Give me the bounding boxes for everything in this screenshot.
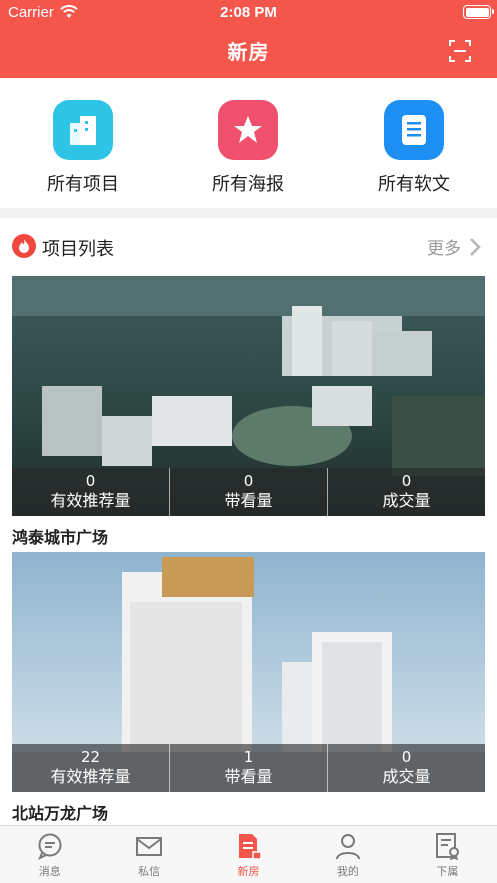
project-image: 22 有效推荐量 1 带看量 0 成交量 (12, 552, 485, 792)
building-icon (53, 100, 113, 160)
stat-recommend: 0 有效推荐量 (12, 468, 170, 516)
tab-bar: 消息 私信 新房 我的 下属 (0, 825, 497, 883)
project-stats: 22 有效推荐量 1 带看量 0 成交量 (12, 744, 485, 792)
all-articles-button[interactable]: 所有软文 (354, 100, 474, 196)
project-image: 0 有效推荐量 0 带看量 0 成交量 (12, 276, 485, 516)
tab-label: 消息 (38, 865, 61, 878)
stat-value: 22 (80, 748, 101, 766)
stat-value: 0 (85, 472, 96, 490)
stat-recommend: 22 有效推荐量 (12, 744, 170, 792)
stat-label: 有效推荐量 (50, 491, 131, 510)
stat-label: 带看量 (224, 767, 273, 786)
project-list-section: 项目列表 更多 0 有效推荐量 0 带看量 0 成交量 鸿泰城市广场 22 有效… (0, 218, 497, 828)
stat-visits: 1 带看量 (170, 744, 328, 792)
page-title: 新房 (227, 40, 270, 64)
project-name: 北站万龙广场 (12, 804, 109, 823)
project-name: 鸿泰城市广场 (12, 528, 109, 547)
stat-label: 成交量 (382, 491, 431, 510)
star-icon (218, 100, 278, 160)
chevron-right-icon (470, 237, 481, 256)
mail-icon (136, 837, 163, 856)
quick-actions: 所有项目 所有海报 所有软文 (0, 78, 497, 208)
tab-private-messages[interactable]: 私信 (99, 826, 198, 883)
all-projects-label: 所有项目 (47, 174, 119, 195)
tab-new-house[interactable]: 新房 (199, 826, 298, 883)
tab-subordinates[interactable]: 下属 (398, 826, 497, 883)
tab-label: 新房 (237, 865, 260, 878)
more-link[interactable]: 更多 (427, 234, 481, 259)
status-bar: Carrier 2:08 PM (0, 0, 497, 26)
project-stats: 0 有效推荐量 0 带看量 0 成交量 (12, 468, 485, 516)
nav-header: Carrier 2:08 PM 新房 (0, 0, 497, 78)
user-icon (335, 834, 360, 860)
message-icon (37, 833, 62, 860)
section-title: 项目列表 (42, 239, 114, 260)
new-house-icon (238, 834, 262, 860)
clock: 2:08 PM (220, 4, 277, 21)
more-label: 更多 (427, 239, 461, 259)
stat-visits: 0 带看量 (170, 468, 328, 516)
tab-label: 私信 (138, 865, 161, 878)
project-card[interactable]: 0 有效推荐量 0 带看量 0 成交量 鸿泰城市广场 (12, 276, 485, 547)
stat-value: 0 (243, 472, 254, 490)
stat-label: 有效推荐量 (50, 767, 131, 786)
stat-deals: 0 成交量 (328, 744, 485, 792)
stat-deals: 0 成交量 (328, 468, 485, 516)
project-card[interactable]: 22 有效推荐量 1 带看量 0 成交量 北站万龙广场 (12, 552, 485, 823)
tab-messages[interactable]: 消息 (0, 826, 99, 883)
all-posters-label: 所有海报 (212, 174, 284, 195)
document-icon (384, 100, 444, 160)
all-projects-button[interactable]: 所有项目 (23, 100, 143, 196)
fire-icon (12, 234, 36, 258)
section-header: 项目列表 更多 (0, 218, 497, 274)
tab-label: 下属 (436, 865, 459, 878)
app-screen: Carrier 2:08 PM 新房 所有项目 所有海报 所有软文 项目列表 更… (0, 0, 497, 883)
scan-icon[interactable] (449, 40, 471, 62)
stat-value: 1 (243, 748, 254, 766)
all-articles-label: 所有软文 (378, 174, 450, 195)
stat-label: 带看量 (224, 491, 273, 510)
all-posters-button[interactable]: 所有海报 (188, 100, 308, 196)
battery-icon (463, 5, 494, 19)
stat-value: 0 (401, 748, 412, 766)
stat-label: 成交量 (382, 767, 431, 786)
tab-label: 我的 (336, 865, 359, 878)
stat-value: 0 (401, 472, 412, 490)
tab-profile[interactable]: 我的 (298, 826, 397, 883)
subordinate-icon (436, 833, 460, 860)
